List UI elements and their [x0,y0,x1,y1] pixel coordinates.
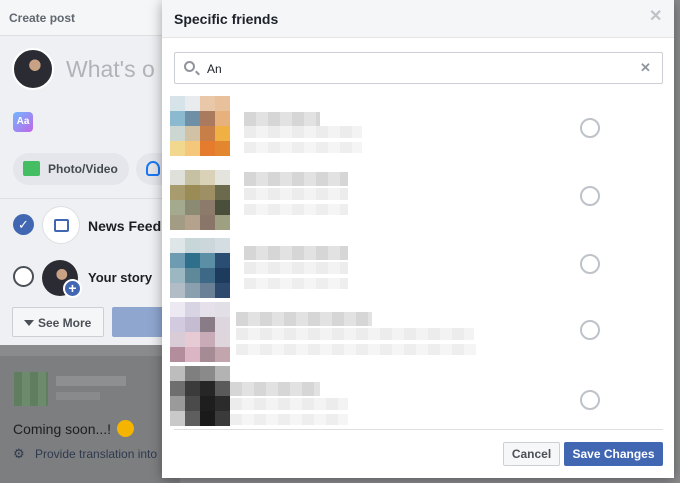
friend-select-radio[interactable] [580,186,600,206]
friend-detail-blurred [244,142,362,153]
cancel-button[interactable]: Cancel [503,442,560,466]
friend-detail-blurred [244,188,348,200]
friend-detail-blurred [244,126,362,138]
friend-row[interactable] [170,96,662,160]
news-feed-checkbox-icon: ✓ [13,214,34,235]
friend-avatar [170,238,230,298]
create-post-card: Create post What's o Aa Photo/Video ✓ Ne… [0,0,180,345]
friend-detail-blurred [244,278,348,289]
profile-avatar [12,48,54,90]
friend-detail-blurred [230,398,348,410]
friend-search-input[interactable] [207,60,627,78]
see-more-button: See More [12,307,104,337]
text-style-icon: Aa [13,112,33,132]
emoji-icon [117,420,134,437]
friend-name-blurred [244,112,320,126]
friend-select-radio[interactable] [580,390,600,410]
clear-icon[interactable]: ✕ [640,61,651,74]
photo-video-button: Photo/Video [13,153,129,185]
news-feed-label: News Feed [88,218,162,234]
friend-row[interactable] [170,302,662,366]
friend-detail-blurred [236,344,476,355]
footer-divider [174,429,663,430]
composer-placeholder: What's o [66,56,155,82]
friend-avatar [170,366,230,426]
add-story-icon: + [63,279,82,298]
friend-name-blurred [236,312,372,326]
friend-name-blurred [244,246,348,260]
friend-name-blurred [244,172,348,186]
friend-row[interactable] [170,366,662,428]
photo-video-label: Photo/Video [48,162,118,176]
friend-select-radio[interactable] [580,320,600,340]
divider [0,198,180,199]
create-post-header: Create post [0,0,180,36]
post-author-blurred [56,376,126,386]
see-more-label: See More [38,316,92,330]
close-icon[interactable]: ✕ [649,9,662,25]
friend-detail-blurred [244,262,348,274]
friend-detail-blurred [244,204,348,215]
your-story-radio [13,266,34,287]
post-time-blurred [56,392,100,400]
post-text: Coming soon...! [13,421,112,437]
friend-select-radio[interactable] [580,254,600,274]
gear-icon: ⚙ [13,446,25,461]
friend-row[interactable] [170,170,662,234]
dialog-title: Specific friends [174,11,279,27]
save-changes-button[interactable]: Save Changes [564,442,663,466]
friend-avatar [170,302,230,362]
translation-link: Provide translation into [35,447,158,461]
your-story-label: Your story [88,270,153,285]
page-backdrop [675,0,680,483]
tag-friends-icon [146,161,160,176]
friend-detail-blurred [230,414,348,425]
friend-search-box: ✕ [174,52,663,84]
search-icon [184,61,195,72]
photo-icon [23,161,40,176]
news-feed-icon [42,206,80,244]
friend-name-blurred [230,382,320,396]
friend-row[interactable] [170,238,662,302]
friend-detail-blurred [236,328,474,340]
friends-list [170,96,662,428]
friend-avatar [170,96,230,156]
friend-select-radio[interactable] [580,118,600,138]
friend-avatar [170,170,230,230]
post-avatar [14,372,48,406]
dialog-header: Specific friends ✕ [162,0,674,38]
caret-down-icon [24,320,34,326]
specific-friends-dialog: Specific friends ✕ ✕ Cancel Save Changes [162,0,674,478]
feed-post [0,356,180,483]
